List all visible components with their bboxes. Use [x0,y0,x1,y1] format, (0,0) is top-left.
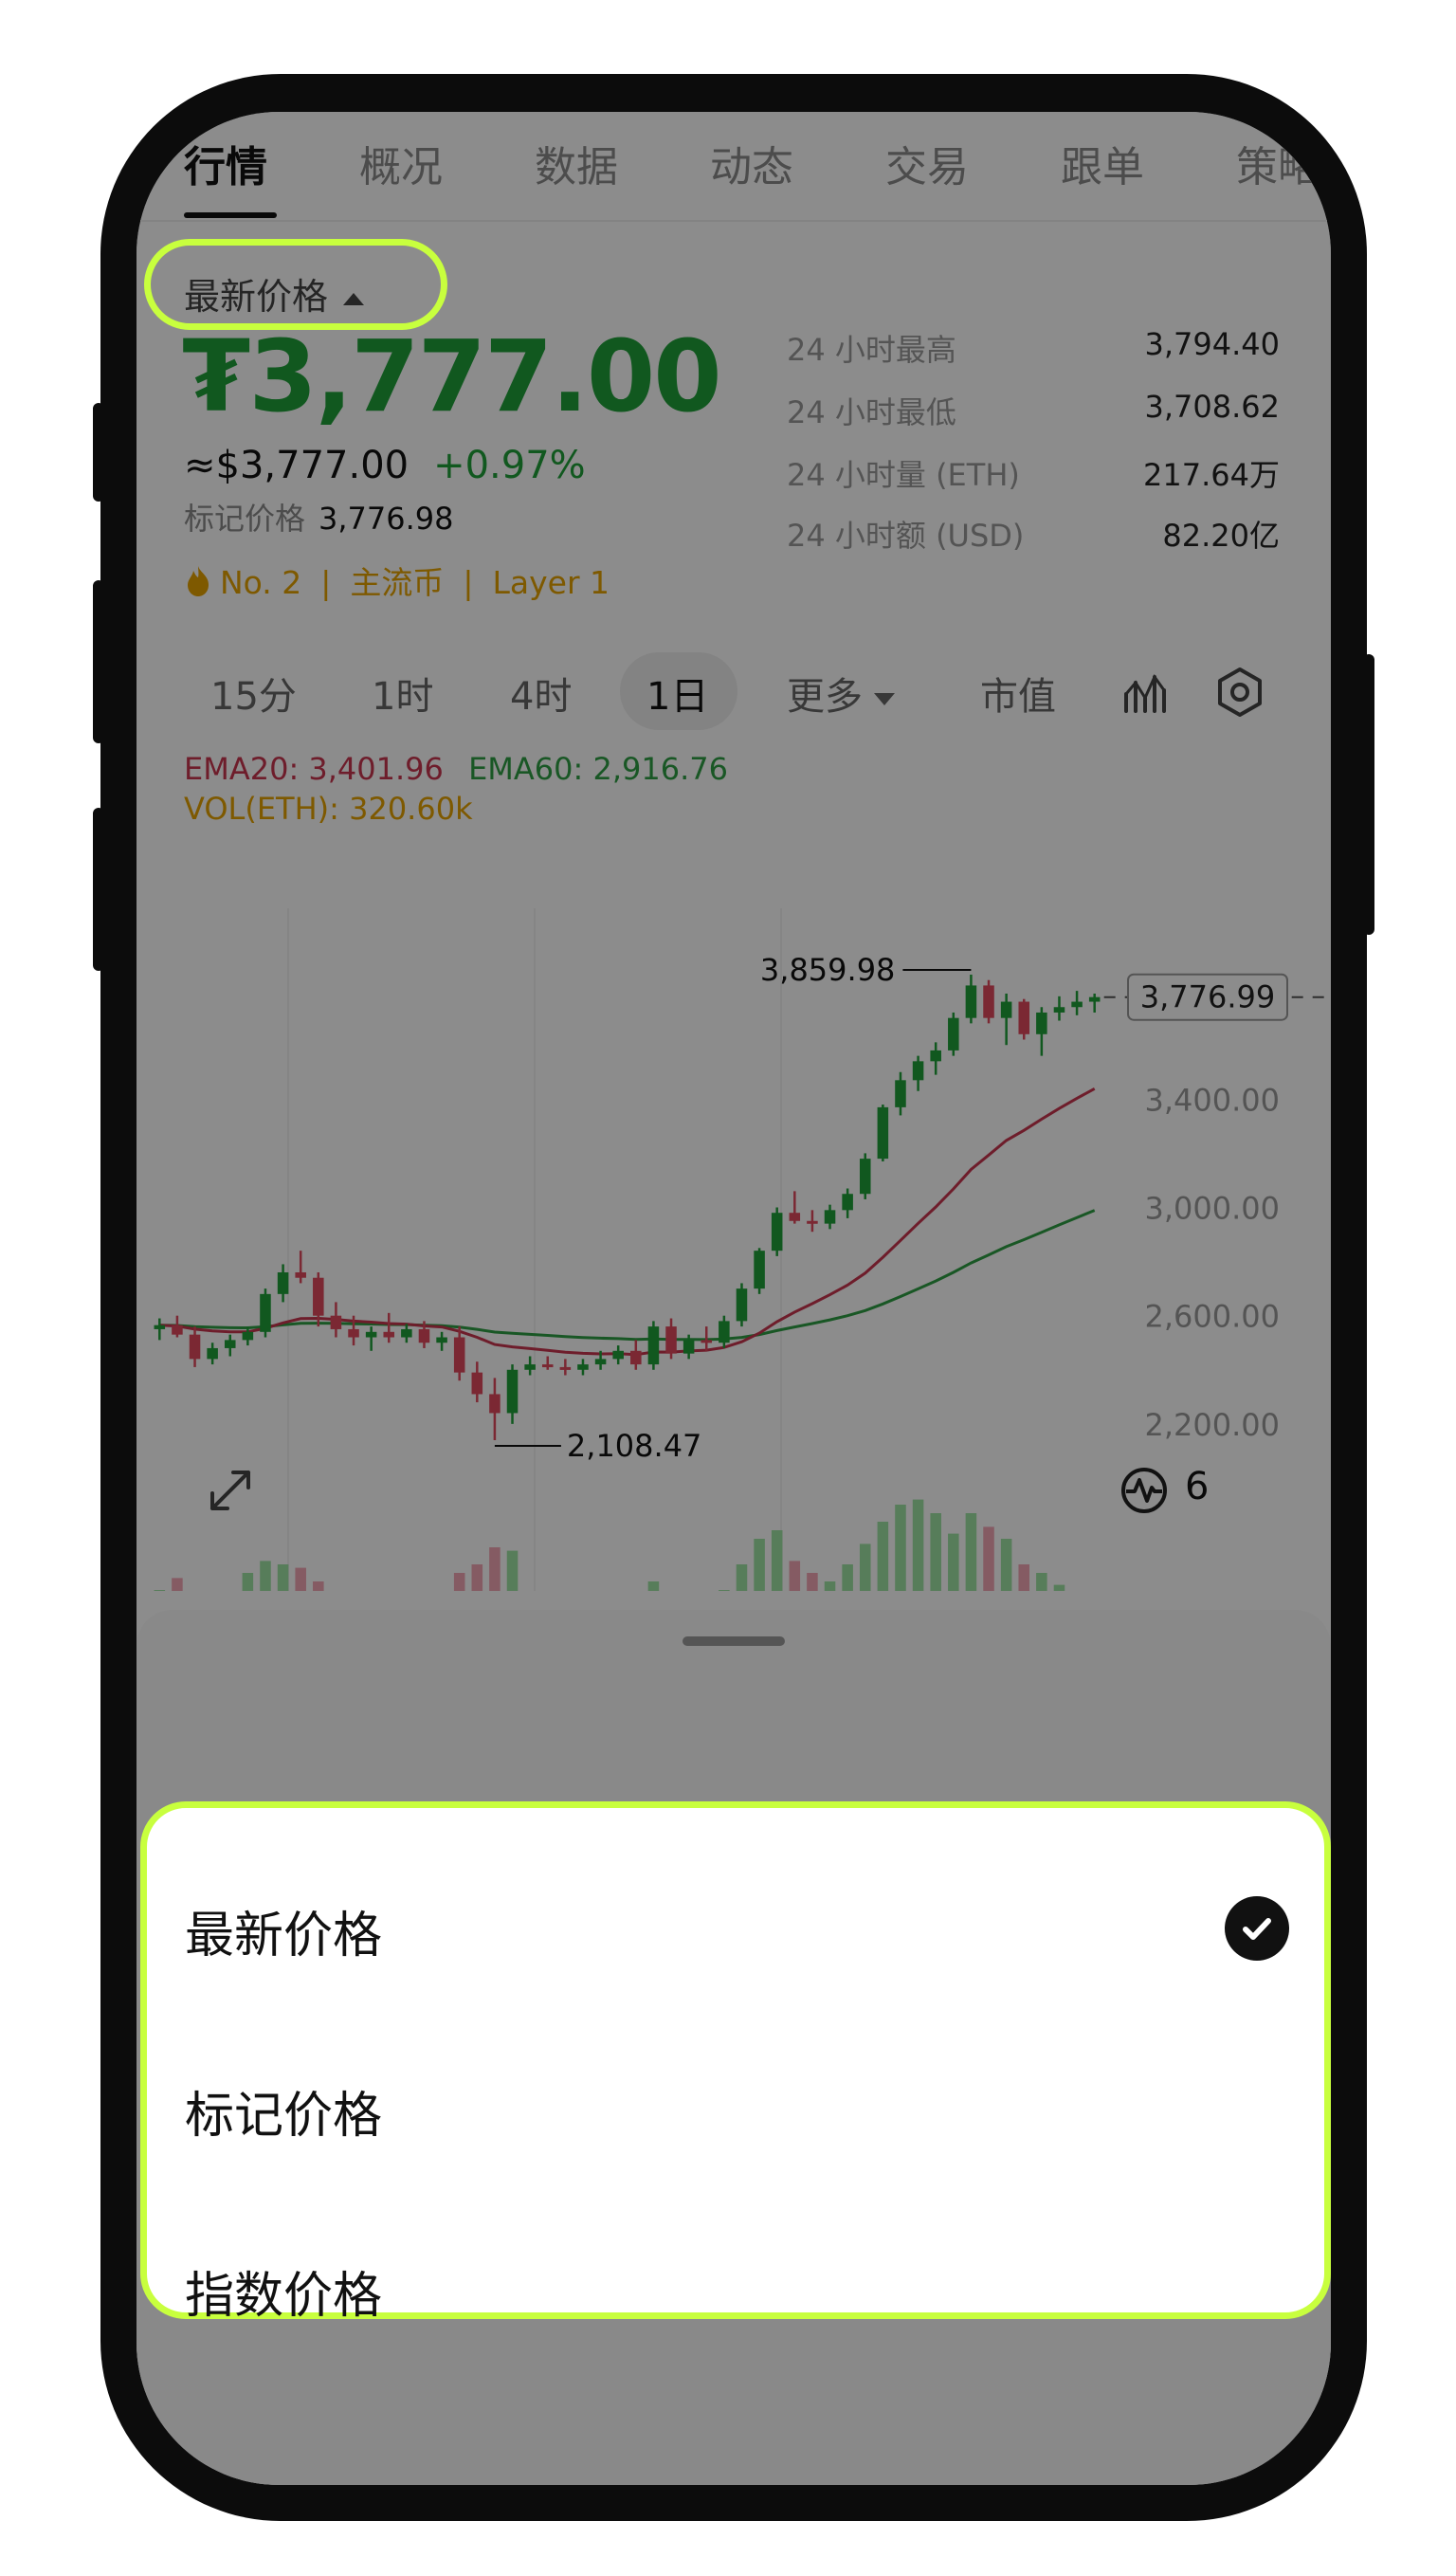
phone-volume-up [93,580,104,743]
price-type-highlight [144,239,447,330]
option-last-price[interactable]: 最新价格 [185,1895,382,1966]
option-index-price-label: 指数价格 [185,2268,383,2325]
option-mark-price[interactable]: 标记价格 [185,2075,382,2147]
phone-side-button [93,403,104,502]
phone-volume-down [93,808,104,971]
option-mark-price-label: 标记价格 [185,2088,383,2145]
option-index-price[interactable]: 指数价格 [185,2256,382,2327]
price-type-options: 最新价格 标记价格 指数价格 [140,1801,1331,2325]
check-icon [1225,1896,1289,1961]
phone-power-button [1363,654,1374,935]
sheet-grabber[interactable] [682,1636,785,1646]
app-screen: 行情 概况 数据 动态 交易 跟单 策略 最新价格 ₮3,777.00 ≈$3,… [136,112,1331,2485]
option-last-price-label: 最新价格 [185,1908,383,1964]
